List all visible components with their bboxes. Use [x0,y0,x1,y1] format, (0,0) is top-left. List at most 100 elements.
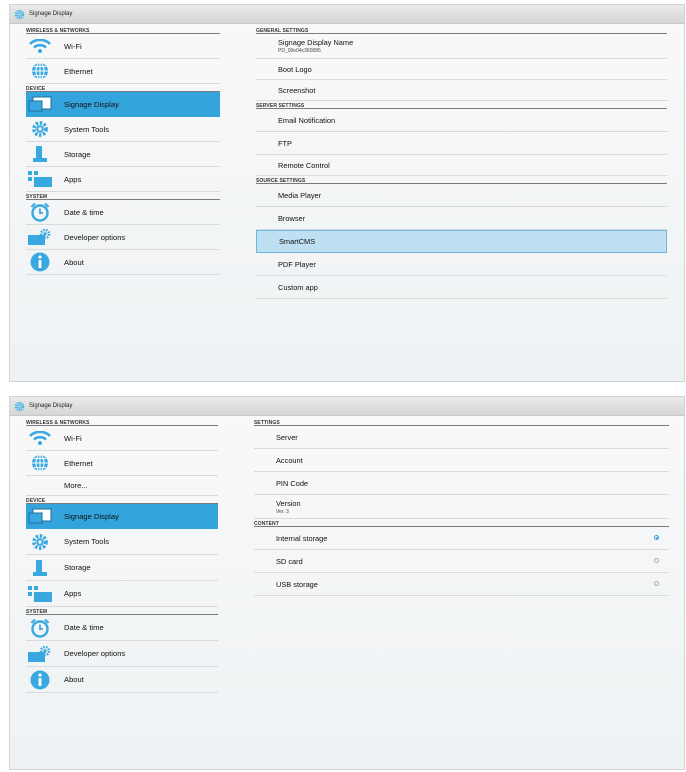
setting-screenshot[interactable]: Screenshot [256,80,667,101]
nav-item-storage[interactable]: Storage [26,555,218,581]
setting-label: Signage Display Name [278,38,354,47]
storage-option-usb[interactable]: USB storage [254,573,669,596]
nav-item-developer-options[interactable]: Developer options [26,641,218,667]
setting-label: Version [276,498,301,508]
nav-label: Signage Display [64,100,119,109]
setting-email-notification[interactable]: Email Notification [256,109,667,132]
setting-browser[interactable]: Browser [256,207,667,230]
setting-label: Screenshot [278,85,316,95]
nav-label: Wi-Fi [64,41,82,51]
setting-media-player[interactable]: Media Player [256,184,667,207]
clock-icon [26,618,54,638]
nav-label: About [64,675,84,684]
nav-label: Apps [64,174,82,184]
left-nav: WIRELESS & NETWORKS Wi-Fi Ethernet More.… [26,418,218,693]
settings-screen-1: Signage Display WIRELESS & NETWORKS Wi-F… [9,4,685,382]
section-header-settings: SETTINGS [254,418,669,426]
section-header-content: CONTENT [254,519,669,527]
setting-label: PIN Code [276,478,309,488]
nav-label: Developer options [64,232,126,242]
gear-icon [26,120,54,138]
nav-label: Wi-Fi [64,433,82,443]
radio-button[interactable] [654,558,659,563]
section-header-device: DEVICE [26,496,218,504]
setting-smartcms[interactable]: SmartCMS [256,230,667,253]
nav-label: System Tools [64,537,110,546]
setting-label: FTP [278,138,292,148]
title-bar: Signage Display [10,397,684,416]
setting-label: SD card [276,556,303,566]
left-nav: WIRELESS & NETWORKS Wi-Fi Ethernet DEVIC… [26,26,220,275]
section-header-system: SYSTEM [26,607,218,615]
app-title: Signage Display [29,403,73,409]
section-header-device: DEVICE [26,84,220,92]
setting-label: Account [276,455,303,465]
nav-item-about[interactable]: About [26,250,220,275]
nav-item-signage-display[interactable]: Signage Display [26,92,220,117]
setting-custom-app[interactable]: Custom app [256,276,667,299]
setting-label: Email Notification [278,115,336,125]
gear-icon [26,533,54,551]
storage-icon [26,559,54,577]
setting-server[interactable]: Server [254,426,669,449]
nav-label: More... [64,481,88,490]
nav-item-ethernet[interactable]: Ethernet [26,451,218,476]
section-header-source: SOURCE SETTINGS [256,176,667,184]
setting-ftp[interactable]: FTP [256,132,667,155]
nav-label: Date & time [64,207,104,217]
setting-label: USB storage [276,579,318,589]
nav-item-more[interactable]: More... [26,476,218,496]
nav-item-date-time[interactable]: Date & time [26,200,220,225]
nav-item-developer-options[interactable]: Developer options [26,225,220,250]
nav-label: About [64,257,84,267]
nav-item-ethernet[interactable]: Ethernet [26,59,220,84]
setting-account[interactable]: Account [254,449,669,472]
apps-icon [26,171,54,187]
right-pane: GENERAL SETTINGS Signage Display Name PD… [256,26,667,299]
app-title: Signage Display [29,11,73,17]
section-header-general: GENERAL SETTINGS [256,26,667,34]
monitor-icon [26,96,54,114]
wifi-icon [26,431,54,445]
setting-label: PDF Player [278,259,316,269]
right-pane: SETTINGS Server Account PIN Code Version… [254,418,669,596]
nav-item-storage[interactable]: Storage [26,142,220,167]
setting-pin-code[interactable]: PIN Code [254,472,669,495]
storage-option-internal[interactable]: Internal storage [254,527,669,550]
nav-label: Developer options [64,649,126,658]
setting-version[interactable]: Version Ver. 3 [254,495,669,519]
setting-remote-control[interactable]: Remote Control [256,155,667,176]
nav-item-apps[interactable]: Apps [26,167,220,192]
nav-item-apps[interactable]: Apps [26,581,218,607]
nav-item-system-tools[interactable]: System Tools [26,529,218,555]
nav-label: System Tools [64,124,110,134]
nav-label: Ethernet [64,66,93,76]
clock-icon [26,202,54,222]
nav-item-system-tools[interactable]: System Tools [26,117,220,142]
title-bar: Signage Display [10,5,684,24]
radio-button-selected[interactable] [654,535,659,540]
radio-button[interactable] [654,581,659,586]
wifi-icon [26,39,54,53]
apps-icon [26,585,54,602]
nav-label: Date & time [64,623,104,632]
setting-value: PD_00e04c360085 [278,48,321,54]
nav-item-date-time[interactable]: Date & time [26,615,218,641]
nav-item-wifi[interactable]: Wi-Fi [26,34,220,59]
nav-label: Signage Display [64,512,119,521]
setting-pdf-player[interactable]: PDF Player [256,253,667,276]
section-header-system: SYSTEM [26,192,220,200]
nav-label: Storage [64,149,91,159]
setting-label: Internal storage [276,533,328,543]
storage-option-sd-card[interactable]: SD card [254,550,669,573]
developer-icon [26,645,54,663]
nav-label: Apps [64,589,82,598]
nav-item-wifi[interactable]: Wi-Fi [26,426,218,451]
setting-boot-logo[interactable]: Boot Logo [256,59,667,80]
setting-label: Remote Control [278,160,330,170]
nav-item-signage-display[interactable]: Signage Display [26,504,218,529]
setting-signage-display-name[interactable]: Signage Display Name PD_00e04c360085 [256,34,667,59]
nav-item-about[interactable]: About [26,667,218,693]
setting-label: Server [276,432,298,442]
developer-icon [26,228,54,246]
